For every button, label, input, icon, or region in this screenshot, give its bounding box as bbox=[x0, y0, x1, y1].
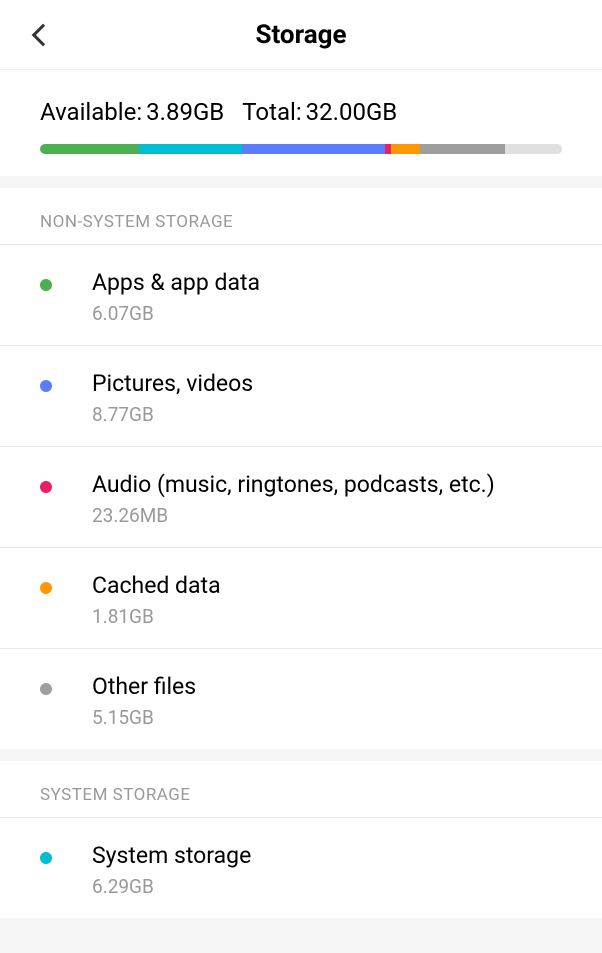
item-label: Apps & app data bbox=[92, 269, 562, 296]
item-text: Other files 5.15GB bbox=[92, 673, 562, 729]
storage-item-apps-app-data[interactable]: Apps & app data 6.07GB bbox=[0, 245, 602, 346]
color-dot-icon bbox=[40, 380, 52, 392]
header: Storage bbox=[0, 0, 602, 70]
item-text: Pictures, videos 8.77GB bbox=[92, 370, 562, 426]
storage-item-cached-data[interactable]: Cached data 1.81GB bbox=[0, 548, 602, 649]
item-text: Audio (music, ringtones, podcasts, etc.)… bbox=[92, 471, 562, 527]
item-label: Cached data bbox=[92, 572, 562, 599]
storage-item-audio[interactable]: Audio (music, ringtones, podcasts, etc.)… bbox=[0, 447, 602, 548]
storage-bar-segment bbox=[420, 144, 504, 154]
total-value: 32.00GB bbox=[306, 98, 398, 126]
item-size: 6.29GB bbox=[92, 875, 562, 898]
system-list: System storage 6.29GB bbox=[0, 818, 602, 918]
storage-summary: Available:3.89GB Total:32.00GB bbox=[0, 70, 602, 176]
storage-bar-segment bbox=[139, 144, 242, 154]
divider bbox=[0, 749, 602, 761]
storage-bar bbox=[40, 144, 562, 154]
system-section-header: SYSTEM STORAGE bbox=[0, 761, 602, 818]
non-system-section-header: NON-SYSTEM STORAGE bbox=[0, 188, 602, 245]
back-button[interactable] bbox=[28, 20, 58, 50]
color-dot-icon bbox=[40, 582, 52, 594]
storage-bar-segment bbox=[391, 144, 420, 154]
item-label: Audio (music, ringtones, podcasts, etc.) bbox=[92, 471, 562, 498]
storage-bar-segment bbox=[242, 144, 385, 154]
item-text: Apps & app data 6.07GB bbox=[92, 269, 562, 325]
page-title: Storage bbox=[0, 20, 602, 50]
available-label: Available: bbox=[40, 98, 142, 126]
item-label: Pictures, videos bbox=[92, 370, 562, 397]
color-dot-icon bbox=[40, 279, 52, 291]
color-dot-icon bbox=[40, 852, 52, 864]
item-text: Cached data 1.81GB bbox=[92, 572, 562, 628]
item-size: 23.26MB bbox=[92, 504, 562, 527]
divider bbox=[0, 176, 602, 188]
item-text: System storage 6.29GB bbox=[92, 842, 562, 898]
storage-bar-segment bbox=[40, 144, 139, 154]
item-label: System storage bbox=[92, 842, 562, 869]
color-dot-icon bbox=[40, 683, 52, 695]
item-label: Other files bbox=[92, 673, 562, 700]
storage-item-pictures-videos[interactable]: Pictures, videos 8.77GB bbox=[0, 346, 602, 447]
divider bbox=[0, 918, 602, 930]
item-size: 1.81GB bbox=[92, 605, 562, 628]
item-size: 8.77GB bbox=[92, 403, 562, 426]
storage-item-system-storage[interactable]: System storage 6.29GB bbox=[0, 818, 602, 918]
color-dot-icon bbox=[40, 481, 52, 493]
available-value: 3.89GB bbox=[146, 98, 224, 126]
non-system-list: Apps & app data 6.07GB Pictures, videos 8.7… bbox=[0, 245, 602, 749]
back-icon bbox=[32, 23, 55, 46]
total-label: Total: bbox=[242, 98, 301, 126]
storage-item-other-files[interactable]: Other files 5.15GB bbox=[0, 649, 602, 749]
summary-text: Available:3.89GB Total:32.00GB bbox=[40, 98, 562, 126]
item-size: 6.07GB bbox=[92, 302, 562, 325]
storage-bar-segment bbox=[505, 144, 562, 154]
item-size: 5.15GB bbox=[92, 706, 562, 729]
